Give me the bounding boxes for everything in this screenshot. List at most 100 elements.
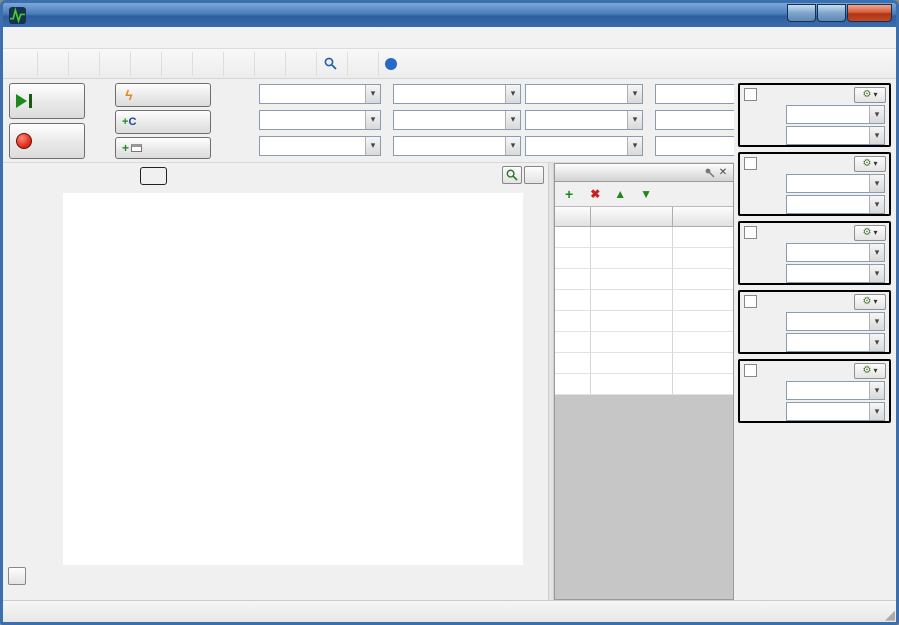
c3-offset-select[interactable]: ▾ [786,312,885,331]
menu-control[interactable] [43,36,61,40]
measurement-row[interactable] [555,311,733,332]
time-options-button[interactable]: ⚙▾ [854,87,886,103]
menu-file[interactable] [7,36,25,40]
tab-c1[interactable] [57,168,82,184]
measurement-row[interactable] [555,353,733,374]
time-checkbox[interactable] [744,88,757,101]
c3-options-button[interactable]: ⚙▾ [854,294,886,310]
menu-window[interactable] [97,36,115,40]
move-down-button[interactable]: ▼ [635,185,657,203]
toolbar-fft[interactable] [130,52,161,76]
pin-icon[interactable] [702,167,716,178]
c1-options-button[interactable]: ⚙▾ [854,156,886,172]
histogram-icon [106,57,120,71]
resize-grip[interactable]: ◢ [885,608,895,622]
autoset-icon: ϟ [122,87,136,103]
scope-waveform-display[interactable] [63,193,523,565]
menu-settings[interactable] [79,36,97,40]
channel-color-bar [555,353,564,373]
tab-c3[interactable] [113,168,138,184]
single-button[interactable] [9,83,85,119]
c4-options-button[interactable]: ⚙▾ [854,363,886,379]
toolbar-data[interactable] [161,52,192,76]
tab-c2[interactable] [85,168,110,184]
measurements-header[interactable]: ✕ [555,164,733,182]
stop-button[interactable] [9,123,85,159]
main-area: ϟ +C + ▾ ▾ ▾ ▾ [3,79,896,600]
arrow-down-icon: ▼ [640,187,652,201]
c2-options-button[interactable]: ⚙▾ [854,225,886,241]
y-axis-button[interactable] [524,166,544,184]
channel-2-box: ⚙▾ ▾ ▾ [738,221,891,285]
measurement-row-selected[interactable] [555,332,733,353]
waveforms-logo-icon [9,7,26,24]
c4-offset-select[interactable]: ▾ [786,381,885,400]
chevron-down-icon: ▾ [869,175,884,192]
c2-offset-select[interactable]: ▾ [786,243,885,262]
c2-checkbox[interactable] [744,226,757,239]
maximize-button[interactable] [817,4,846,22]
toolbar-help[interactable] [378,52,407,76]
channel-color-bar [555,269,564,289]
column-header-value[interactable] [673,207,733,227]
status-bar: ◢ [3,600,896,622]
minimize-button[interactable] [787,4,816,22]
c3-checkbox[interactable] [744,295,757,308]
measurement-row[interactable] [555,269,733,290]
c4-checkbox[interactable] [744,364,757,377]
move-up-button[interactable]: ▲ [609,185,631,203]
autoset-button[interactable]: ϟ [115,83,211,107]
c1-offset-select[interactable]: ▾ [786,174,885,193]
x-axis-button[interactable] [8,567,26,585]
title-bar[interactable] [3,3,896,27]
add-channel-button[interactable]: +C [115,110,211,134]
c1-checkbox[interactable] [744,157,757,170]
stop-icon [16,133,32,149]
add-tab-icon: + [122,141,142,155]
toolbar-export[interactable] [7,52,37,76]
plot-zoom-button[interactable] [502,166,522,184]
menu-edit[interactable] [25,36,43,40]
control-panel: ϟ +C + ▾ ▾ ▾ ▾ [3,79,734,163]
chevron-down-icon: ▾ [873,297,877,306]
time-base-select[interactable]: ▾ [786,126,885,145]
close-panel-icon[interactable]: ✕ [716,167,730,178]
c1-range-select[interactable]: ▾ [786,195,885,214]
toolbar-options[interactable] [347,52,378,76]
c4-range-select[interactable]: ▾ [786,402,885,421]
single-icon [16,94,32,108]
channel-color-bar [555,248,564,268]
measurement-row[interactable] [555,290,733,311]
column-header-ch[interactable] [555,207,591,227]
toolbar-digital[interactable] [285,52,316,76]
add-measurement-button[interactable]: + [560,186,581,202]
measurement-row[interactable] [555,248,733,269]
export-icon [13,57,27,71]
toolbar-histogram[interactable] [99,52,130,76]
toolbar-zoom[interactable] [316,52,347,76]
delete-measurement-button[interactable]: ✖ [585,185,605,203]
c2-range-select[interactable]: ▾ [786,264,885,283]
chevron-down-icon: ▾ [869,196,884,213]
toolbar-audio[interactable] [254,52,285,76]
close-button[interactable] [847,4,892,22]
menu-view[interactable] [61,36,79,40]
toolbar-current[interactable] [223,52,254,76]
channel-settings-panel: ⚙▾ ▾ ▾ ⚙▾ ▾ ▾ [734,79,896,600]
toolbar-measure[interactable] [192,52,223,76]
gear-icon: ⚙ [863,158,872,169]
toolbar-persistence[interactable] [37,52,68,76]
c3-range-select[interactable]: ▾ [786,333,885,352]
chevron-down-icon: ▾ [873,366,877,375]
toolbar-add-xy[interactable] [68,52,99,76]
chevron-down-icon: ▾ [869,382,884,399]
measurement-row[interactable] [555,374,733,395]
menu-help[interactable] [115,36,133,40]
add-tab-button[interactable]: + [115,137,211,159]
chevron-down-icon: ▾ [869,244,884,261]
time-position-select[interactable]: ▾ [786,105,885,124]
tab-c4[interactable] [141,168,166,184]
column-header-name[interactable] [591,207,673,227]
measurements-toolbar: + ✖ ▲ ▼ [555,182,733,207]
measurement-row[interactable] [555,227,733,248]
